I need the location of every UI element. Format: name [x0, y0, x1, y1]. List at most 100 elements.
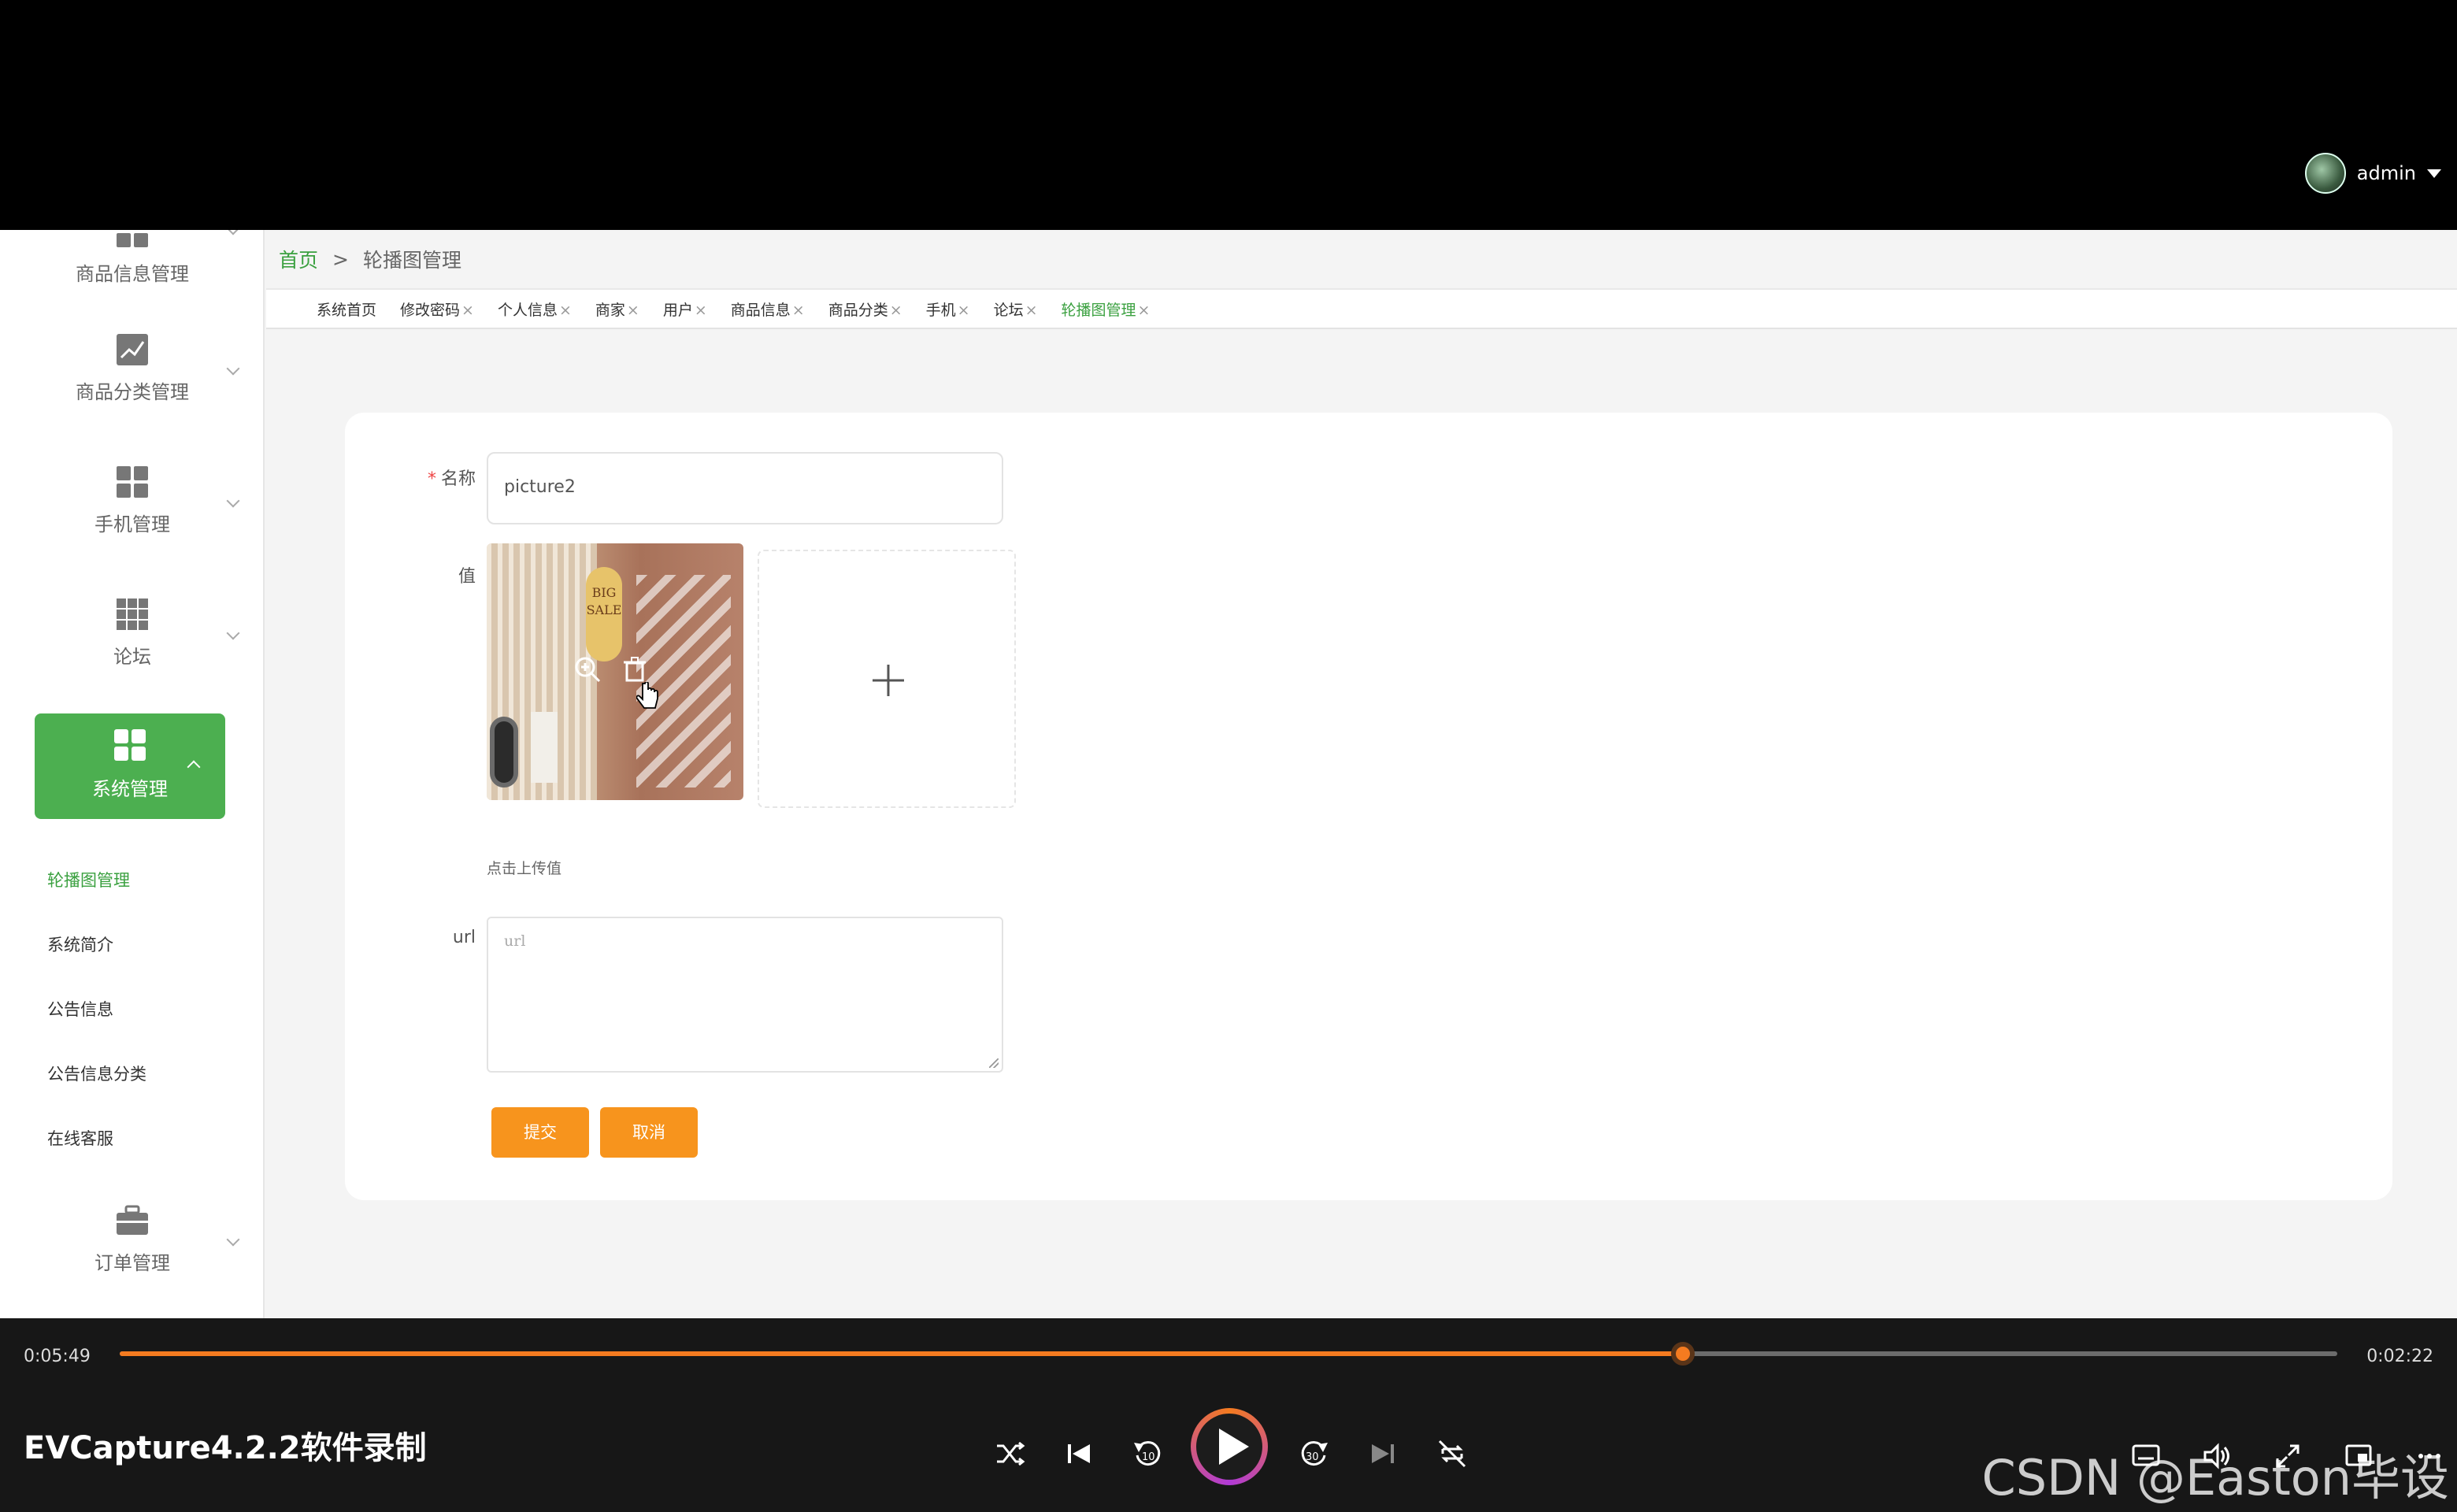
tab-carousel[interactable]: 轮播图管理 × — [1062, 298, 1151, 320]
tab-phone[interactable]: 手机 × — [926, 298, 970, 320]
forward-30-icon[interactable]: 30 — [1296, 1436, 1331, 1471]
tab-merchant[interactable]: 商家 × — [595, 298, 639, 320]
username: admin — [2356, 162, 2416, 184]
sidebar-item-carousel[interactable]: 轮播图管理 — [47, 868, 130, 891]
sidebar-group-label: 商品信息管理 — [76, 263, 189, 285]
chevron-down-icon — [226, 1232, 240, 1247]
breadcrumb-home[interactable]: 首页 — [279, 245, 318, 273]
remaining-time: 0:02:22 — [2366, 1347, 2433, 1366]
image-badge: BIG SALE — [586, 567, 622, 662]
tab-change-password[interactable]: 修改密码 × — [400, 298, 474, 320]
grid-icon — [114, 729, 146, 761]
chevron-up-icon — [187, 760, 201, 774]
watermark: CSDN @Easton毕设 — [1981, 1449, 2449, 1506]
submit-button[interactable]: 提交 — [491, 1107, 589, 1158]
resize-grip[interactable] — [989, 1058, 999, 1068]
app-body: 商品信息管理 商品分类管理 手机管理 论坛 系统管理 轮播图管理 系统简介 公告… — [0, 230, 2457, 1318]
sidebar-item-online-service[interactable]: 在线客服 — [47, 1126, 113, 1150]
delete-icon[interactable] — [621, 655, 649, 684]
close-icon[interactable]: × — [559, 302, 572, 319]
chevron-down-icon — [226, 626, 240, 640]
breadcrumb: 首页 > 轮播图管理 — [266, 230, 2457, 290]
chart-icon — [117, 334, 148, 365]
image-actions — [573, 655, 649, 684]
form-card: * 名称 picture2 值 BIG SALE 点击上传值 url url 提交… — [345, 413, 2392, 1200]
play-icon — [1219, 1429, 1249, 1465]
tab-product-category[interactable]: 商品分类 × — [828, 298, 902, 320]
sidebar-group-phone[interactable]: 手机管理 — [0, 465, 263, 536]
previous-icon[interactable] — [1062, 1436, 1096, 1471]
svg-text:10: 10 — [1142, 1451, 1155, 1463]
url-textarea[interactable]: url — [487, 917, 1003, 1073]
tab-product-info[interactable]: 商品信息 × — [731, 298, 805, 320]
caret-down-icon — [2427, 169, 2441, 178]
elapsed-time: 0:05:49 — [24, 1347, 91, 1366]
breadcrumb-separator: > — [332, 247, 349, 271]
image-brush-text — [636, 575, 731, 788]
sidebar-group-label: 论坛 — [113, 646, 151, 668]
next-icon[interactable] — [1366, 1436, 1400, 1471]
briefcase-icon — [117, 1205, 148, 1235]
table-icon — [117, 598, 148, 630]
name-label-text: 名称 — [440, 469, 476, 489]
grid-icon — [117, 466, 148, 498]
sidebar-group-product-category[interactable]: 商品分类管理 — [0, 332, 263, 404]
sidebar-group-forum[interactable]: 论坛 — [0, 597, 263, 669]
close-icon[interactable]: × — [627, 302, 639, 319]
recorder-label: EVCapture4.2.2软件录制 — [24, 1430, 427, 1466]
close-icon[interactable]: × — [958, 302, 970, 319]
tab-label: 商品分类 — [828, 301, 888, 319]
close-icon[interactable]: × — [695, 302, 707, 319]
close-icon[interactable]: × — [1025, 302, 1038, 319]
tab-forum[interactable]: 论坛 × — [994, 298, 1038, 320]
close-icon[interactable]: × — [1138, 302, 1151, 319]
close-icon[interactable]: × — [890, 302, 902, 319]
sidebar: 商品信息管理 商品分类管理 手机管理 论坛 系统管理 轮播图管理 系统简介 公告… — [0, 230, 265, 1318]
repeat-off-icon[interactable] — [1435, 1436, 1469, 1471]
sidebar-item-notice[interactable]: 公告信息 — [47, 997, 113, 1021]
url-placeholder: url — [504, 932, 526, 950]
close-icon[interactable]: × — [792, 302, 805, 319]
image-device — [531, 712, 558, 783]
shuffle-icon[interactable] — [992, 1436, 1027, 1471]
tab-profile[interactable]: 个人信息 × — [498, 298, 572, 320]
hand-cursor-icon — [636, 682, 658, 709]
rewind-10-icon[interactable]: 10 — [1131, 1436, 1166, 1471]
cancel-button[interactable]: 取消 — [600, 1107, 698, 1158]
tab-label: 个人信息 — [497, 301, 558, 319]
tab-label: 商家 — [595, 301, 625, 319]
required-mark: * — [427, 469, 436, 489]
tab-label: 修改密码 — [400, 301, 461, 319]
tab-label: 商品信息 — [730, 301, 791, 319]
sidebar-group-label: 手机管理 — [94, 513, 170, 536]
close-icon[interactable]: × — [461, 302, 474, 319]
name-input[interactable]: picture2 — [487, 452, 1003, 524]
chevron-down-icon — [226, 494, 240, 508]
sidebar-group-product-info[interactable]: 商品信息管理 — [0, 230, 263, 286]
tab-home[interactable]: 系统首页 — [317, 298, 376, 320]
upload-hint: 点击上传值 — [487, 860, 562, 877]
url-label: url — [452, 928, 476, 947]
user-menu[interactable]: admin — [2304, 153, 2441, 194]
top-bar: admin — [0, 0, 2457, 230]
tab-bar: 系统首页 修改密码 × 个人信息 × 商家 × 用户 × 商品信息 × 商品分类 × 手机 ×… — [266, 290, 2457, 329]
sidebar-group-label: 系统管理 — [92, 778, 168, 800]
progress-track[interactable] — [120, 1342, 2337, 1366]
tab-user[interactable]: 用户 × — [663, 298, 707, 320]
image-uploader[interactable] — [758, 550, 1016, 808]
chevron-down-icon — [226, 230, 240, 235]
play-button[interactable] — [1191, 1408, 1268, 1485]
breadcrumb-current: 轮播图管理 — [362, 249, 461, 272]
sidebar-item-system-intro[interactable]: 系统简介 — [47, 932, 113, 956]
progress-knob[interactable] — [1671, 1342, 1695, 1366]
tab-label: 手机 — [925, 301, 956, 319]
tab-label: 轮播图管理 — [1061, 301, 1136, 319]
tab-label: 系统首页 — [317, 301, 377, 319]
uploaded-image[interactable]: BIG SALE — [487, 543, 743, 800]
sidebar-group-orders[interactable]: 订单管理 — [0, 1203, 263, 1275]
tab-label: 论坛 — [993, 301, 1024, 319]
sidebar-group-system[interactable]: 系统管理 — [35, 713, 225, 819]
zoom-in-icon[interactable] — [573, 655, 602, 684]
chevron-down-icon — [226, 361, 240, 376]
sidebar-item-notice-category[interactable]: 公告信息分类 — [47, 1062, 146, 1085]
